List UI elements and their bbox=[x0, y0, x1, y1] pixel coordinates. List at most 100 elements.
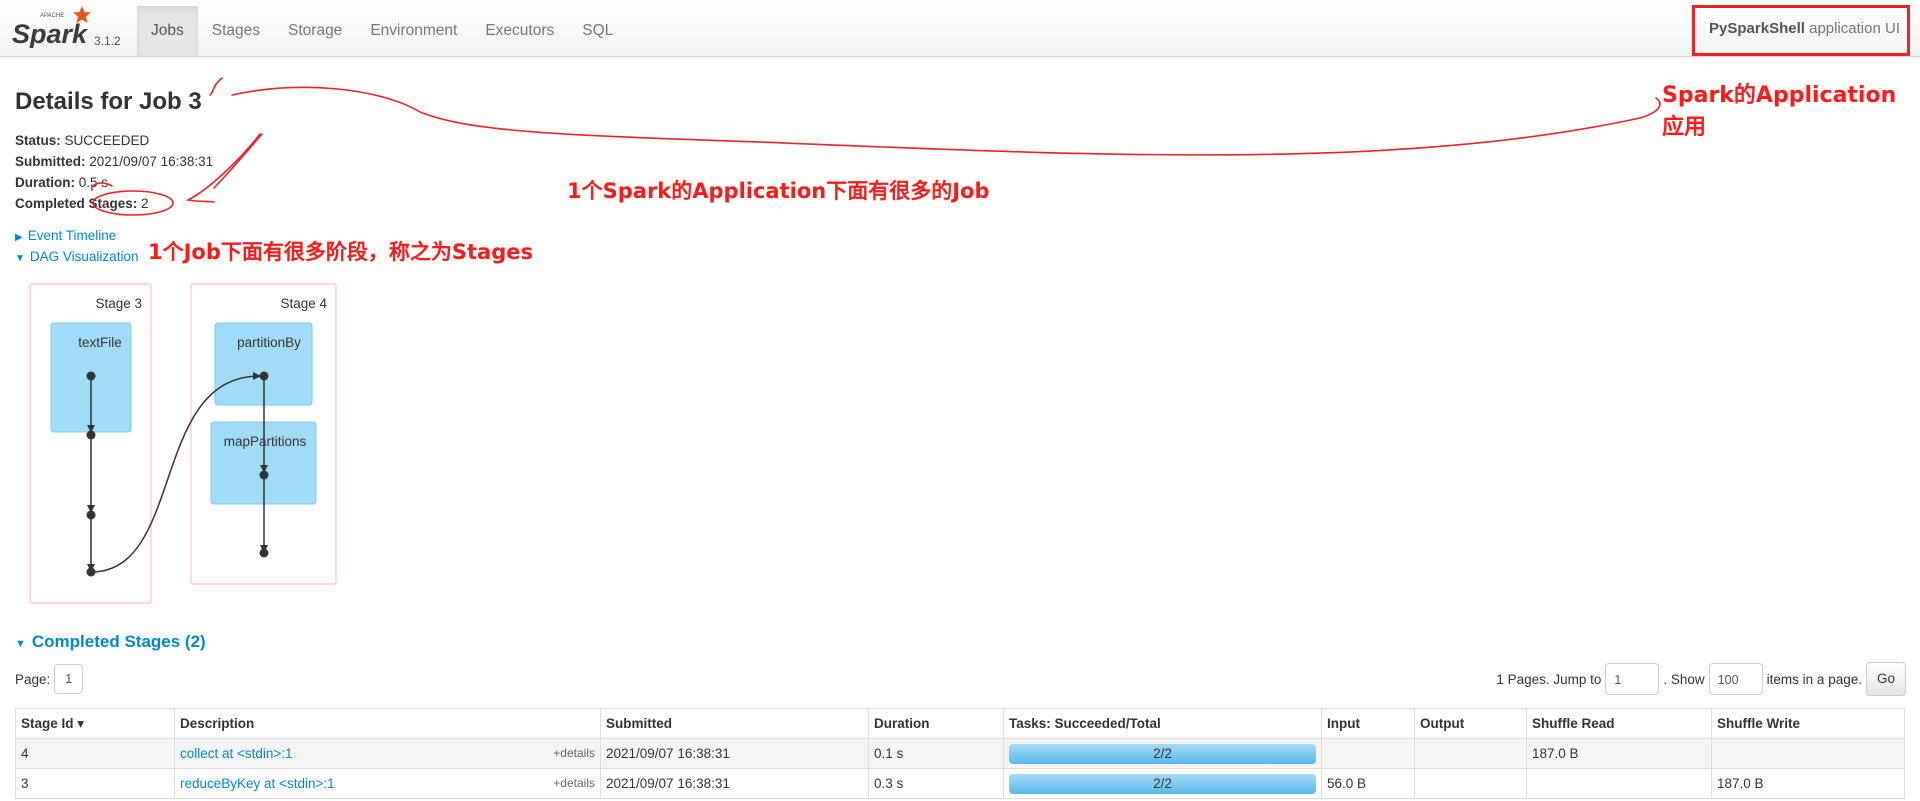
page-button[interactable]: 1 bbox=[54, 664, 84, 694]
annotation-stages: 1个Job下面有很多阶段，称之为Stages bbox=[148, 240, 533, 264]
description-cell: collect at <stdin>:1 +details bbox=[174, 738, 601, 769]
stage-description-link[interactable]: reduceByKey at <stdin>:1 bbox=[180, 776, 335, 791]
stage-id-cell: 4 bbox=[15, 738, 175, 769]
annotation-application-line1: Spark的Application bbox=[1662, 83, 1897, 108]
tasks-progress-text: 2/2 bbox=[1153, 745, 1172, 761]
duration-row: Duration: 0.5 s bbox=[15, 172, 213, 193]
completed-stages-value: 2 bbox=[141, 196, 149, 211]
tasks-cell: 2/2 bbox=[1003, 738, 1322, 769]
details-toggle[interactable]: +details bbox=[553, 746, 595, 760]
description-cell: reduceByKey at <stdin>:1 +details bbox=[174, 768, 601, 799]
stage-description-link[interactable]: collect at <stdin>:1 bbox=[180, 746, 293, 761]
navbar: APACHE Spark 3.1.2 Jobs Stages Storage E… bbox=[0, 0, 1920, 57]
tab-jobs[interactable]: Jobs bbox=[137, 6, 198, 56]
show-text: . Show bbox=[1663, 671, 1705, 687]
completed-stages-link[interactable]: Completed Stages: bbox=[15, 196, 137, 211]
tab-stages[interactable]: Stages bbox=[198, 6, 274, 56]
shuffle-read-cell: 187.0 B bbox=[1526, 738, 1712, 769]
output-cell bbox=[1414, 738, 1527, 769]
duration-cell: 0.3 s bbox=[868, 768, 1004, 799]
column-header-output[interactable]: Output bbox=[1414, 708, 1527, 739]
annotation-app-name-box bbox=[1692, 5, 1910, 56]
annotation-jobs: 1个Spark的Application下面有很多的Job bbox=[567, 179, 990, 203]
output-cell bbox=[1414, 768, 1527, 799]
column-header-shuffle-write[interactable]: Shuffle Write bbox=[1711, 708, 1905, 739]
rdd-dot[interactable] bbox=[259, 371, 269, 381]
stages-table: Stage Id ▾ Description Submitted Duratio… bbox=[15, 708, 1905, 799]
duration-label: Duration: bbox=[15, 175, 75, 190]
input-cell: 56.0 B bbox=[1321, 768, 1415, 799]
page-title: Details for Job 3 bbox=[15, 88, 202, 115]
completed-stages-row: Completed Stages: 2 bbox=[15, 193, 213, 214]
rdd-dot[interactable] bbox=[86, 510, 96, 520]
annotation-arrow-line bbox=[231, 86, 1661, 156]
column-header-shuffle-read[interactable]: Shuffle Read bbox=[1526, 708, 1712, 739]
items-text: items in a page. bbox=[1766, 671, 1862, 687]
status-row: Status: SUCCEEDED bbox=[15, 130, 213, 151]
job-summary: Status: SUCCEEDED Submitted: 2021/09/07 … bbox=[15, 130, 213, 214]
submitted-value: 2021/09/07 16:38:31 bbox=[89, 154, 214, 169]
duration-cell: 0.1 s bbox=[868, 738, 1004, 769]
table-header-row: Stage Id ▾ Description Submitted Duratio… bbox=[15, 708, 1905, 739]
event-timeline-toggle[interactable]: ▶ Event Timeline bbox=[15, 228, 116, 243]
dag-visualization-label: DAG Visualization bbox=[29, 249, 139, 264]
rdd-dot[interactable] bbox=[259, 548, 269, 558]
event-timeline-label: Event Timeline bbox=[27, 228, 117, 243]
details-toggle[interactable]: +details bbox=[553, 776, 595, 790]
logo-spark-text: Spark bbox=[12, 19, 89, 48]
tasks-progress-bar: 2/2 bbox=[1009, 743, 1316, 764]
tab-environment[interactable]: Environment bbox=[356, 6, 471, 56]
tasks-progress-text: 2/2 bbox=[1153, 775, 1172, 791]
submitted-label: Submitted: bbox=[15, 154, 86, 169]
page-navigation: Page: 1 bbox=[15, 664, 84, 694]
annotation-stroke bbox=[209, 77, 223, 96]
duration-value: 0.5 s bbox=[78, 175, 109, 190]
column-header-duration[interactable]: Duration bbox=[868, 708, 1004, 739]
tasks-cell: 2/2 bbox=[1003, 768, 1322, 799]
spark-logo[interactable]: APACHE Spark 3.1.2 bbox=[12, 4, 127, 52]
tab-executors[interactable]: Executors bbox=[471, 6, 568, 56]
status-value: SUCCEEDED bbox=[64, 133, 150, 148]
completed-stages-title: Completed Stages (2) bbox=[31, 632, 206, 651]
submitted-row: Submitted: 2021/09/07 16:38:31 bbox=[15, 151, 213, 172]
page-size-controls: 1 Pages. Jump to 1 . Show 100 items in a… bbox=[1496, 662, 1906, 696]
rdd-dot[interactable] bbox=[259, 470, 269, 480]
stage-4-label: Stage 4 bbox=[280, 296, 327, 311]
tab-storage[interactable]: Storage bbox=[274, 6, 356, 56]
dag-visualization: Stage 3 textFile Stage 4 partitionBy map… bbox=[29, 283, 337, 604]
jump-page-input[interactable]: 1 bbox=[1605, 663, 1660, 695]
shuffle-read-cell bbox=[1526, 768, 1712, 799]
stage-3-label: Stage 3 bbox=[95, 296, 142, 311]
column-header-description[interactable]: Description bbox=[174, 708, 601, 739]
tasks-progress-bar: 2/2 bbox=[1009, 773, 1316, 794]
annotation-stroke bbox=[213, 133, 263, 189]
go-button[interactable]: Go bbox=[1865, 662, 1906, 696]
shuffle-write-cell bbox=[1711, 738, 1905, 769]
column-header-tasks[interactable]: Tasks: Succeeded/Total bbox=[1003, 708, 1322, 739]
partitionby-label: partitionBy bbox=[237, 335, 301, 350]
completed-stages-header[interactable]: ▼ Completed Stages (2) bbox=[15, 632, 206, 652]
tab-sql[interactable]: SQL bbox=[568, 6, 627, 56]
chevron-right-icon: ▶ bbox=[15, 232, 23, 243]
annotation-application: Spark的Application 应用 bbox=[1662, 80, 1896, 144]
column-header-submitted[interactable]: Submitted bbox=[600, 708, 869, 739]
column-header-stage-id[interactable]: Stage Id ▾ bbox=[15, 708, 175, 739]
rdd-dot[interactable] bbox=[86, 430, 96, 440]
annotation-application-line2: 应用 bbox=[1662, 115, 1707, 140]
page-label: Page: bbox=[15, 671, 51, 687]
rdd-dot[interactable] bbox=[86, 371, 96, 381]
dag-visualization-toggle[interactable]: ▼ DAG Visualization bbox=[15, 249, 138, 264]
table-row: 4 collect at <stdin>:1 +details 2021/09/… bbox=[15, 738, 1905, 769]
chevron-down-icon: ▼ bbox=[15, 253, 25, 264]
nav-tabs: Jobs Stages Storage Environment Executor… bbox=[137, 6, 627, 56]
spark-version: 3.1.2 bbox=[94, 34, 121, 48]
stage-id-cell: 3 bbox=[15, 768, 175, 799]
page-size-input[interactable]: 100 bbox=[1708, 663, 1763, 695]
input-cell bbox=[1321, 738, 1415, 769]
mappartitions-label: mapPartitions bbox=[224, 434, 307, 449]
spark-logo-icon: APACHE Spark bbox=[12, 6, 91, 48]
rdd-dot[interactable] bbox=[86, 567, 96, 577]
pages-jump-text: 1 Pages. Jump to bbox=[1496, 671, 1602, 687]
shuffle-write-cell: 187.0 B bbox=[1711, 768, 1905, 799]
column-header-input[interactable]: Input bbox=[1321, 708, 1415, 739]
